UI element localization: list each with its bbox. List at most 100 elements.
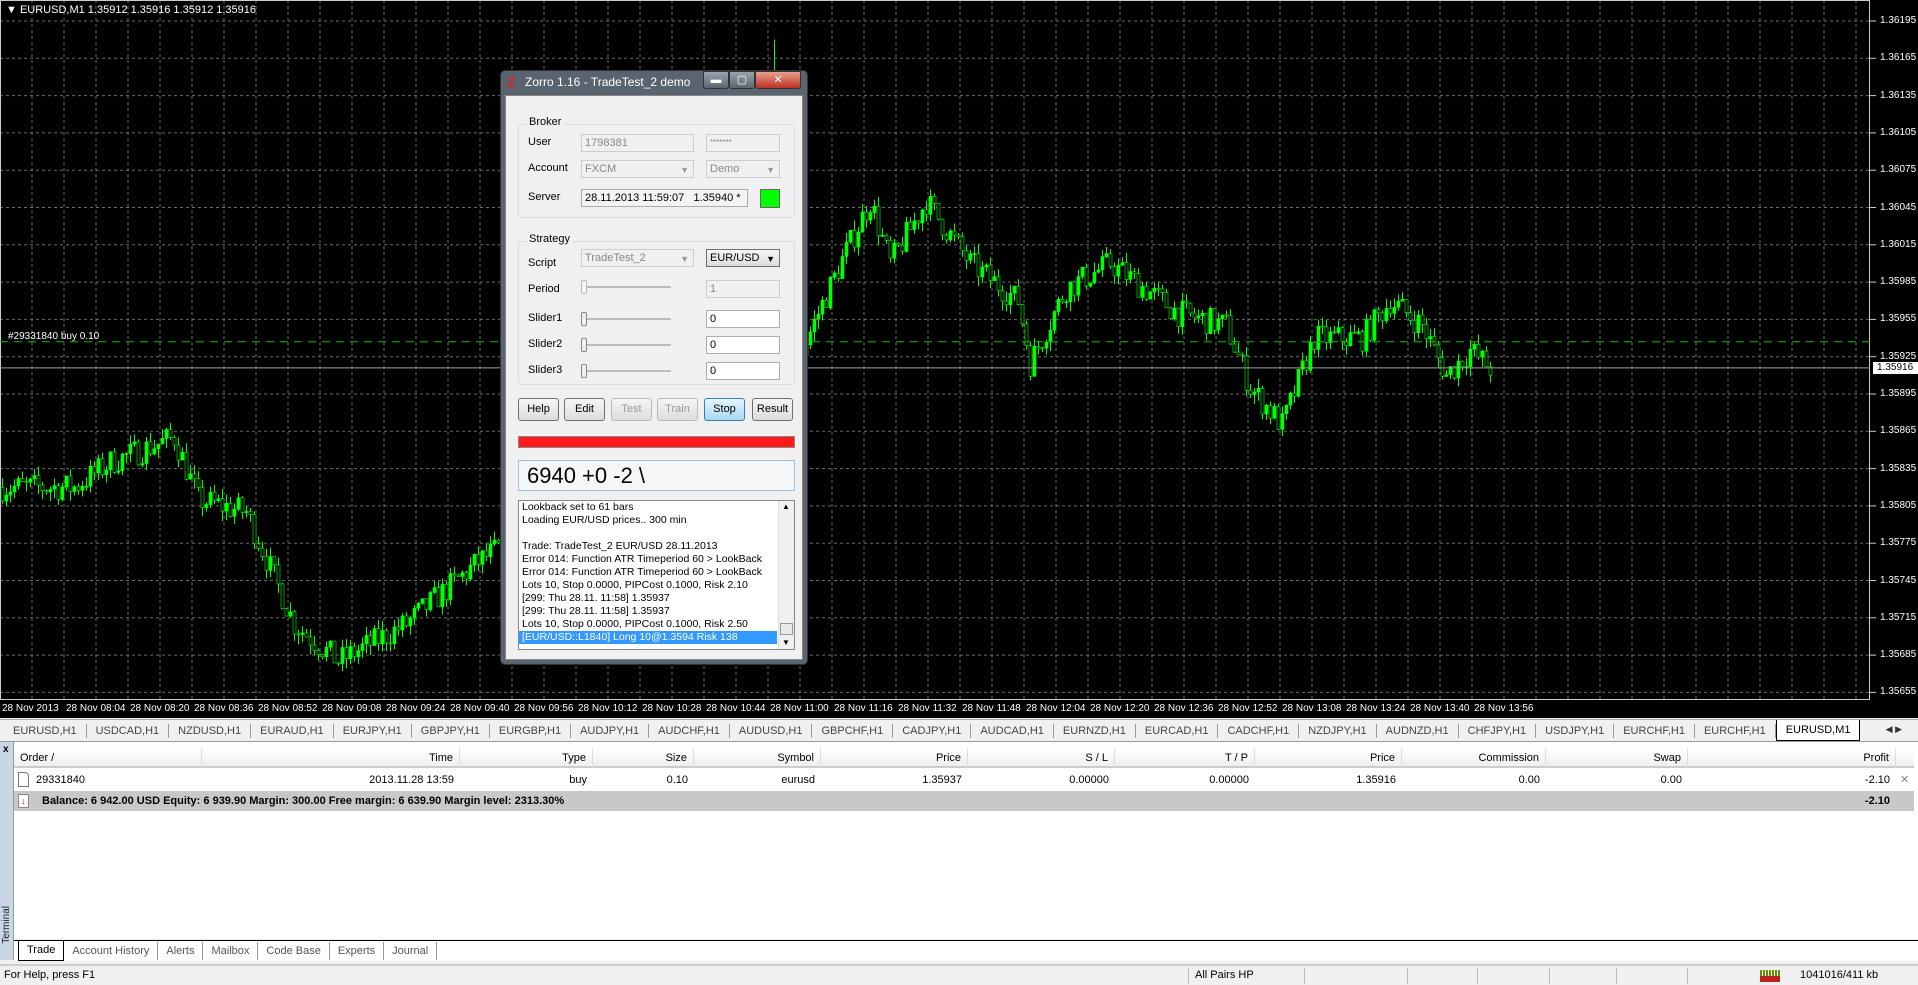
symbol-tab[interactable]: EURCHF,H1 bbox=[1695, 723, 1776, 738]
candle-body bbox=[1392, 307, 1397, 314]
slider-control[interactable] bbox=[581, 364, 671, 378]
column-header[interactable]: Price bbox=[821, 748, 968, 768]
symbol-tab[interactable]: CADJPY,H1 bbox=[893, 723, 972, 738]
symbol-tab[interactable]: GBPJPY,H1 bbox=[412, 723, 490, 738]
period-field[interactable]: 1 bbox=[706, 280, 780, 298]
price-chart[interactable]: ▼ EURUSD,M1 1.35912 1.35916 1.35912 1.35… bbox=[0, 0, 1918, 718]
candle-body bbox=[288, 611, 293, 617]
symbol-tab[interactable]: EURUSD,H1 bbox=[4, 723, 87, 738]
column-header[interactable]: Swap bbox=[1546, 748, 1688, 768]
candle-body bbox=[896, 242, 901, 246]
symbol-tab[interactable]: EURNZD,H1 bbox=[1054, 723, 1136, 738]
stop-button[interactable]: Stop bbox=[704, 398, 745, 421]
close-button[interactable]: ✕ bbox=[755, 71, 801, 89]
symbol-tab[interactable]: AUDCHF,H1 bbox=[649, 723, 730, 738]
table-row[interactable]: 29331840 2013.11.28 13:59 buy 0.10 eurusd 1.3… bbox=[14, 770, 1914, 790]
account-select[interactable]: FXCM ▼ bbox=[581, 160, 694, 178]
terminal-tab[interactable]: Code Base bbox=[258, 942, 330, 960]
log-scrollbar[interactable]: ▲ ▼ bbox=[778, 501, 794, 649]
candle-body bbox=[1444, 374, 1449, 377]
test-button[interactable]: Test bbox=[611, 398, 652, 421]
symbol-tab[interactable]: NZDUSD,H1 bbox=[169, 723, 252, 738]
candle-body bbox=[296, 633, 301, 636]
column-header[interactable]: Type bbox=[460, 748, 593, 768]
column-header[interactable]: Order / bbox=[14, 748, 202, 768]
password-field[interactable]: ******* bbox=[706, 134, 780, 152]
candle-body bbox=[904, 221, 909, 252]
candle-body bbox=[1088, 282, 1093, 287]
close-icon[interactable]: x bbox=[3, 744, 9, 755]
symbol-tab[interactable]: AUDUSD,H1 bbox=[730, 723, 813, 738]
terminal-tab[interactable]: Experts bbox=[330, 942, 385, 960]
terminal-tab[interactable]: Mailbox bbox=[203, 942, 259, 960]
candle-body bbox=[1160, 288, 1165, 293]
symbol-tab[interactable]: EURUSD,M1 bbox=[1775, 720, 1861, 741]
symbol-tab[interactable]: CHFJPY,H1 bbox=[1459, 723, 1537, 738]
train-button[interactable]: Train bbox=[657, 398, 698, 421]
symbol-tab[interactable]: AUDJPY,H1 bbox=[571, 723, 650, 738]
candle-body bbox=[1024, 323, 1029, 347]
slider-value-field[interactable]: 0 bbox=[706, 310, 780, 328]
tab-scroll-arrows[interactable]: ◀ ▶ bbox=[1886, 724, 1902, 735]
slider-value-field[interactable]: 0 bbox=[706, 362, 780, 380]
connection-bars-icon bbox=[1760, 970, 1780, 982]
account-type-select[interactable]: Demo ▼ bbox=[706, 160, 780, 178]
symbol-tab[interactable]: EURGBP,H1 bbox=[490, 723, 572, 738]
result-button[interactable]: Result bbox=[752, 398, 793, 421]
column-header[interactable]: Symbol bbox=[694, 748, 821, 768]
terminal-tab[interactable]: Alerts bbox=[158, 942, 204, 960]
candle-body bbox=[264, 556, 269, 571]
candle-body bbox=[1320, 325, 1325, 328]
maximize-button[interactable]: ▢ bbox=[729, 71, 755, 89]
minimize-button[interactable]: ▬ bbox=[703, 71, 729, 89]
status-profile: All Pairs HP bbox=[1195, 969, 1254, 981]
symbol-tab[interactable]: AUDNZD,H1 bbox=[1377, 723, 1459, 738]
symbol-tab[interactable]: EURCAD,H1 bbox=[1136, 723, 1219, 738]
symbol-tab[interactable]: NZDJPY,H1 bbox=[1299, 723, 1377, 738]
column-header[interactable]: Time bbox=[202, 748, 460, 768]
column-header[interactable]: T / P bbox=[1115, 748, 1255, 768]
scroll-down-icon[interactable]: ▼ bbox=[782, 638, 790, 647]
slider-control[interactable] bbox=[581, 312, 671, 326]
candle-body bbox=[836, 272, 841, 279]
symbol-tab[interactable]: USDCAD,H1 bbox=[87, 723, 170, 738]
terminal-tab[interactable]: Journal bbox=[384, 942, 438, 960]
edit-button[interactable]: Edit bbox=[564, 398, 605, 421]
column-header[interactable]: Size bbox=[593, 748, 694, 768]
candle-body bbox=[1276, 406, 1281, 430]
column-header[interactable]: Commission bbox=[1402, 748, 1546, 768]
time-tick-label: 28 Nov 11:16 bbox=[834, 703, 893, 714]
symbol-tab[interactable]: GBPCHF,H1 bbox=[812, 723, 894, 738]
column-header[interactable]: Price bbox=[1255, 748, 1402, 768]
time-tick-label: 28 Nov 09:08 bbox=[322, 703, 382, 714]
asset-select[interactable]: EUR/USD ▼ bbox=[706, 249, 780, 267]
help-button[interactable]: Help bbox=[518, 398, 559, 421]
scroll-up-icon[interactable]: ▲ bbox=[782, 502, 790, 511]
time-tick-label: 28 Nov 2013 bbox=[2, 703, 59, 714]
slider-value-field[interactable]: 0 bbox=[706, 336, 780, 354]
column-header[interactable]: S / L bbox=[968, 748, 1115, 768]
terminal-tab[interactable]: Account History bbox=[64, 942, 159, 960]
script-select[interactable]: TradeTest_2 ▼ bbox=[581, 249, 694, 267]
slider-control[interactable] bbox=[581, 338, 671, 352]
candle-body bbox=[1452, 366, 1457, 379]
symbol-tab[interactable]: CADCHF,H1 bbox=[1218, 723, 1300, 738]
price-tick-label: 1.36015 bbox=[1880, 238, 1917, 250]
symbol-tab[interactable]: USDJPY,H1 bbox=[1536, 723, 1615, 738]
price-tick-label: 1.35715 bbox=[1880, 611, 1917, 623]
column-header[interactable]: Profit bbox=[1688, 748, 1896, 768]
symbol-tab[interactable]: EURCHF,H1 bbox=[1614, 723, 1695, 738]
candle-body bbox=[1092, 271, 1097, 284]
user-field[interactable]: 1798381 bbox=[581, 134, 694, 152]
scroll-thumb[interactable] bbox=[780, 623, 793, 635]
candle-body bbox=[372, 628, 377, 646]
symbol-tab[interactable]: AUDCAD,H1 bbox=[971, 723, 1054, 738]
candle-body bbox=[1008, 292, 1013, 306]
terminal-tab[interactable]: Trade bbox=[18, 941, 65, 961]
close-order-icon[interactable]: ✕ bbox=[1900, 773, 1909, 786]
candle-body bbox=[216, 498, 221, 501]
message-log[interactable]: ▲ ▼ Lookback set to 61 bars Loading EUR/U… bbox=[518, 500, 795, 650]
symbol-tab[interactable]: EURJPY,H1 bbox=[334, 723, 412, 738]
symbol-tab[interactable]: EURAUD,H1 bbox=[251, 723, 334, 738]
period-slider[interactable] bbox=[581, 280, 671, 294]
